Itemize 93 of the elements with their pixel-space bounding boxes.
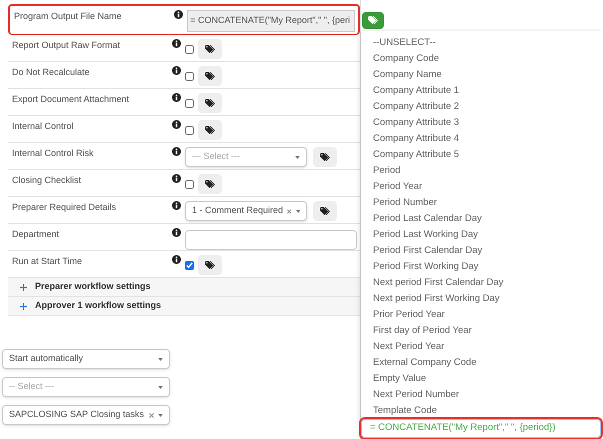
info-icon <box>172 255 181 264</box>
dropdown-option[interactable]: Company Name <box>361 67 603 83</box>
dropdown-option[interactable]: Prior Period Year <box>361 307 603 323</box>
checkbox[interactable] <box>185 98 194 108</box>
info-icon <box>174 10 183 19</box>
field-label: Department <box>11 228 60 241</box>
field-label: Report Output Raw Format <box>11 39 122 52</box>
caret-icon <box>296 210 300 212</box>
select-field[interactable]: Start automatically <box>2 349 170 369</box>
plus-icon <box>20 302 27 310</box>
caret-icon <box>158 386 163 388</box>
tag-icon <box>204 72 216 80</box>
dropdown-option[interactable]: Period Year <box>361 179 603 195</box>
plus-icon <box>20 284 27 290</box>
tag-icon <box>320 152 330 162</box>
dropdown-option[interactable]: Period <box>361 163 603 179</box>
checkbox[interactable] <box>185 260 194 270</box>
section-title: Approver 1 workflow settings <box>35 299 162 312</box>
tag-button[interactable] <box>198 66 222 86</box>
field-label: Internal Control Risk <box>11 147 95 160</box>
info-icon <box>172 39 181 48</box>
dropdown-option[interactable]: Next Period Number <box>361 387 603 403</box>
field-label: Export Document Attachment <box>11 93 130 106</box>
dropdown-option[interactable]: Next period First Calendar Day <box>361 275 603 291</box>
dropdown-option[interactable]: Period First Working Day <box>361 259 603 275</box>
dropdown-option[interactable]: Template Code <box>361 403 603 419</box>
caret-icon <box>295 156 300 158</box>
formula-value: = CONCATENATE("My Report"," ", {period}) <box>370 421 556 436</box>
select-value: SAPCLOSING SAP Closing tasks <box>9 408 145 422</box>
select-placeholder: --- Select --- <box>192 150 241 164</box>
field-label: Run at Start Time <box>11 255 84 268</box>
tag-icon <box>204 98 216 108</box>
tag-icon <box>204 180 216 188</box>
tag-icon <box>320 206 330 216</box>
dropdown-option[interactable]: Period First Calendar Day <box>361 243 603 259</box>
tag-button[interactable] <box>198 39 222 59</box>
info-icon <box>172 66 181 75</box>
dropdown-option[interactable]: First day of Period Year <box>361 323 603 339</box>
tag-button[interactable] <box>198 120 222 140</box>
field-label: Preparer Required Details <box>11 201 118 214</box>
dropdown-option[interactable]: Period Number <box>361 195 603 211</box>
tag-icon <box>368 16 378 25</box>
dropdown-option[interactable]: Empty Value <box>361 371 603 387</box>
output-name-field[interactable]: = CONCATENATE("My Report"," ", {peri <box>187 10 355 32</box>
field-label: Internal Control <box>11 120 75 133</box>
dropdown-option[interactable]: External Company Code <box>361 355 603 371</box>
select-field[interactable]: 1 - Comment Required <box>185 201 307 221</box>
section-title: Preparer workflow settings <box>35 280 151 294</box>
info-icon <box>172 174 181 183</box>
select-value: Start automatically <box>9 352 84 366</box>
select-value: 1 - Comment Required <box>192 204 284 218</box>
clear-icon[interactable] <box>149 412 154 418</box>
dropdown-option[interactable]: Next period First Working Day <box>361 291 603 307</box>
field-label: Do Not Recalculate <box>11 66 91 79</box>
field-label: Closing Checklist <box>11 174 82 187</box>
checkbox[interactable] <box>185 180 194 188</box>
caret-icon <box>158 358 163 360</box>
checkbox[interactable] <box>185 126 194 134</box>
clear-icon[interactable] <box>287 208 292 214</box>
info-icon <box>172 201 181 210</box>
dropdown-option[interactable]: Company Attribute 5 <box>361 147 603 163</box>
dropdown-option[interactable]: Period Last Working Day <box>361 227 603 243</box>
tag-icon <box>204 44 216 54</box>
field-value: = CONCATENATE("My Report"," ", {peri <box>190 14 350 28</box>
tag-icon <box>204 126 216 134</box>
field-label: Program Output File Name <box>13 10 123 23</box>
tag-button[interactable] <box>198 93 222 113</box>
tag-button[interactable] <box>198 255 222 275</box>
info-icon <box>172 120 181 129</box>
tag-menu-button[interactable] <box>362 12 384 29</box>
dropdown-option[interactable]: Company Attribute 2 <box>361 99 603 115</box>
section-header[interactable]: Preparer workflow settings <box>8 278 360 297</box>
dropdown-option[interactable]: Company Attribute 3 <box>361 115 603 131</box>
checkbox[interactable] <box>185 44 194 54</box>
dropdown-option[interactable]: --UNSELECT-- <box>361 35 603 51</box>
dropdown-option[interactable]: Company Code <box>361 51 603 67</box>
tag-button[interactable] <box>313 201 337 221</box>
info-icon <box>172 93 181 102</box>
dropdown-option[interactable]: Company Attribute 4 <box>361 131 603 147</box>
info-icon <box>172 147 181 156</box>
department-field[interactable] <box>185 230 357 250</box>
info-icon <box>172 228 181 237</box>
dropdown-option[interactable]: Company Attribute 1 <box>361 83 603 99</box>
tag-button[interactable] <box>198 174 222 194</box>
dropdown-option[interactable]: Next Period Year <box>361 339 603 355</box>
tag-button[interactable] <box>313 147 337 167</box>
tag-icon <box>204 260 216 270</box>
dropdown-option[interactable]: Period Last Calendar Day <box>361 211 603 227</box>
section-header[interactable]: Approver 1 workflow settings <box>8 297 360 316</box>
select-placeholder: -- Select --- <box>9 380 55 394</box>
caret-icon <box>158 414 163 416</box>
checkbox[interactable] <box>185 72 194 80</box>
select-field[interactable]: SAPCLOSING SAP Closing tasks <box>2 405 170 425</box>
